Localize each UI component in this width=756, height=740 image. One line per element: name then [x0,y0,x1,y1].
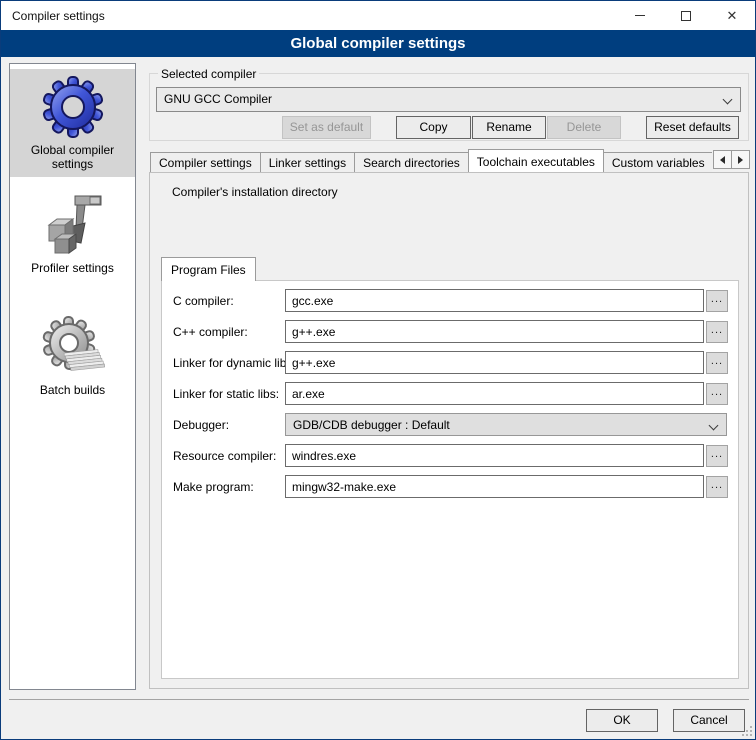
ok-button[interactable]: OK [586,709,658,732]
close-icon: ✕ [727,9,738,22]
close-button[interactable]: ✕ [709,1,755,30]
sidebar-item-label: Batch builds [12,383,133,397]
profiler-caliper-icon [41,193,105,257]
selected-compiler-group-label: Selected compiler [158,67,259,81]
resource-compiler-input[interactable] [285,444,704,467]
sidebar-item-label: Profiler settings [12,261,133,275]
debugger-select[interactable]: GDB/CDB debugger : Default [285,413,727,436]
rename-button[interactable]: Rename [472,116,546,139]
resource-compiler-browse-button[interactable]: ... [706,445,728,467]
cpp-compiler-input[interactable] [285,320,704,343]
install-dir-group-label: Compiler's installation directory [169,185,341,199]
window-title: Compiler settings [12,9,105,23]
cancel-button[interactable]: Cancel [673,709,745,732]
cpp-compiler-browse-button[interactable]: ... [706,321,728,343]
chevron-down-icon [723,95,733,105]
sidebar-item-profiler-settings[interactable]: Profiler settings [10,187,135,281]
compiler-settings-dialog: Compiler settings ✕ Global compiler sett… [0,0,756,740]
linker-dynamic-label: Linker for dynamic libs: [173,356,296,370]
arrow-right-icon [738,156,743,164]
tab-custom-variables[interactable]: Custom variables [603,152,712,172]
chevron-down-icon [709,421,719,431]
settings-category-list: Global compiler settings Profiler settin… [9,63,136,690]
c-compiler-input[interactable] [285,289,704,312]
resize-grip[interactable] [740,724,752,736]
tab-scroll-right-button[interactable] [731,150,750,169]
tab-compiler-settings[interactable]: Compiler settings [150,152,261,172]
gear-blue-icon [41,75,105,139]
maximize-button[interactable] [663,1,709,30]
make-program-label: Make program: [173,480,254,494]
cpp-compiler-label: C++ compiler: [173,325,248,339]
tab-scroll-left-button[interactable] [713,150,732,169]
linker-dynamic-input[interactable] [285,351,704,374]
batch-builds-gear-icon [41,315,105,379]
footer-divider [9,699,749,700]
tab-program-files[interactable]: Program Files [161,257,256,281]
minimize-icon [635,15,645,16]
linker-static-input[interactable] [285,382,704,405]
reset-defaults-button[interactable]: Reset defaults [646,116,739,139]
delete-button[interactable]: Delete [547,116,621,139]
maximize-icon [681,11,691,21]
resource-compiler-label: Resource compiler: [173,449,276,463]
linker-static-label: Linker for static libs: [173,387,279,401]
arrow-left-icon [720,156,725,164]
c-compiler-browse-button[interactable]: ... [706,290,728,312]
copy-button[interactable]: Copy [396,116,471,139]
compiler-select-value: GNU GCC Compiler [164,92,272,106]
tab-linker-settings[interactable]: Linker settings [260,152,355,172]
make-program-browse-button[interactable]: ... [706,476,728,498]
set-as-default-button[interactable]: Set as default [282,116,371,139]
settings-tab-bar: Compiler settings Linker settings Search… [150,149,712,172]
tab-search-directories[interactable]: Search directories [354,152,469,172]
minimize-button[interactable] [617,1,663,30]
title-bar[interactable]: Compiler settings ✕ [1,1,755,30]
linker-static-browse-button[interactable]: ... [706,383,728,405]
compiler-select[interactable]: GNU GCC Compiler [156,87,741,112]
debugger-select-value: GDB/CDB debugger : Default [293,418,450,432]
linker-dynamic-browse-button[interactable]: ... [706,352,728,374]
page-title: Global compiler settings [1,30,755,57]
make-program-input[interactable] [285,475,704,498]
debugger-label: Debugger: [173,418,229,432]
sidebar-item-global-compiler-settings[interactable]: Global compiler settings [10,69,135,177]
sidebar-item-batch-builds[interactable]: Batch builds [10,309,135,403]
sidebar-item-label: Global compiler settings [12,143,133,171]
c-compiler-label: C compiler: [173,294,234,308]
tab-toolchain-executables[interactable]: Toolchain executables [468,149,604,172]
